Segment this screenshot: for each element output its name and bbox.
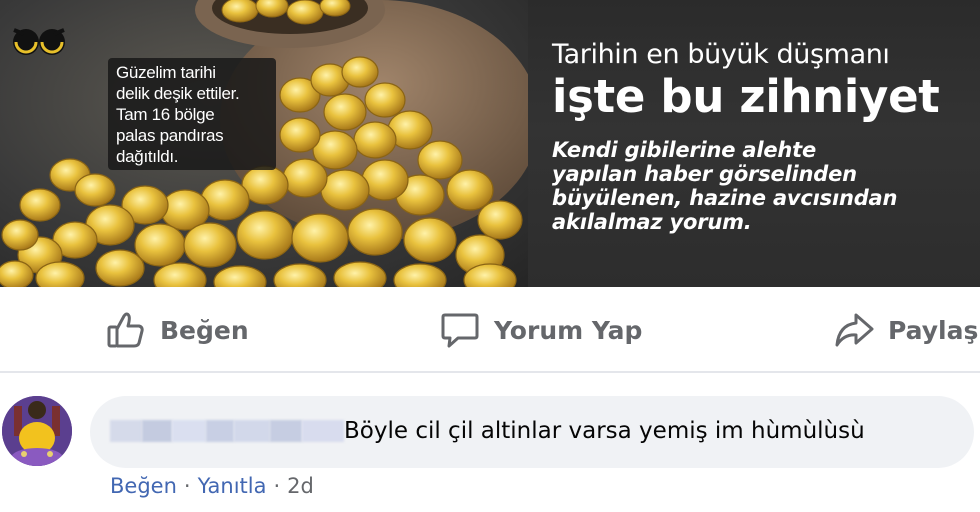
comment-button[interactable]: Yorum Yap [440, 309, 642, 351]
like-button[interactable]: Beğen [106, 309, 249, 351]
comment-timestamp[interactable]: 2d [287, 474, 314, 498]
subhead-line: akılalmaz yorum. [552, 210, 752, 234]
caption-line: Tam 16 bölge [116, 105, 215, 124]
news-banner-image: Güzelim tarihi delik deşik ettiler. Tam … [0, 0, 980, 287]
subhead-line: yapılan haber görselinden [552, 162, 857, 186]
comment-label: Yorum Yap [494, 315, 643, 345]
headline: Tarihin en büyük düşmanı işte bu zihniye… [552, 38, 940, 122]
caption-line: dağıtıldı. [116, 147, 179, 166]
headline-line-1: Tarihin en büyük düşmanı [552, 39, 890, 70]
comment-bubble: Böyle cil çil altinlar varsa yemiş im hù… [90, 396, 974, 468]
comment-text: Böyle cil çil altinlar varsa yemiş im hù… [344, 418, 865, 444]
like-label: Beğen [160, 315, 249, 345]
action-bar-divider [0, 371, 980, 373]
post-action-bar: Beğen Yorum Yap Paylaş [0, 287, 980, 373]
share-label: Paylaş [888, 315, 979, 345]
caption-line: Güzelim tarihi [116, 63, 216, 82]
image-caption-box: Güzelim tarihi delik deşik ettiler. Tam … [108, 58, 276, 170]
avatar-image [2, 396, 72, 466]
blurred-commenter-name[interactable] [110, 420, 344, 442]
comment-reply-link[interactable]: Yanıtla [198, 474, 267, 498]
site-logo-icon [13, 28, 65, 55]
caption-line: delik deşik ettiler. [116, 84, 240, 103]
commenter-avatar[interactable] [2, 396, 72, 466]
share-arrow-icon [835, 313, 874, 347]
thumbs-up-icon [107, 312, 144, 348]
subhead-line: Kendi gibilerine alehte [552, 138, 817, 162]
gold-coins-photo: Güzelim tarihi delik deşik ettiler. Tam … [0, 0, 528, 287]
share-button[interactable]: Paylaş [834, 309, 978, 351]
caption-line: palas pandıras [116, 126, 224, 145]
subheadline: Kendi gibilerine alehte yapılan haber gö… [552, 138, 897, 234]
comment-icon [441, 313, 479, 348]
separator-dot: · [273, 474, 281, 498]
subhead-line: büyülenen, hazine avcısından [552, 186, 898, 210]
headline-line-2: işte bu zihniyet [552, 70, 940, 123]
comment-actions: Beğen · Yanıtla · 2d [110, 474, 314, 498]
separator-dot: · [183, 474, 191, 498]
comment-like-link[interactable]: Beğen [110, 474, 177, 498]
